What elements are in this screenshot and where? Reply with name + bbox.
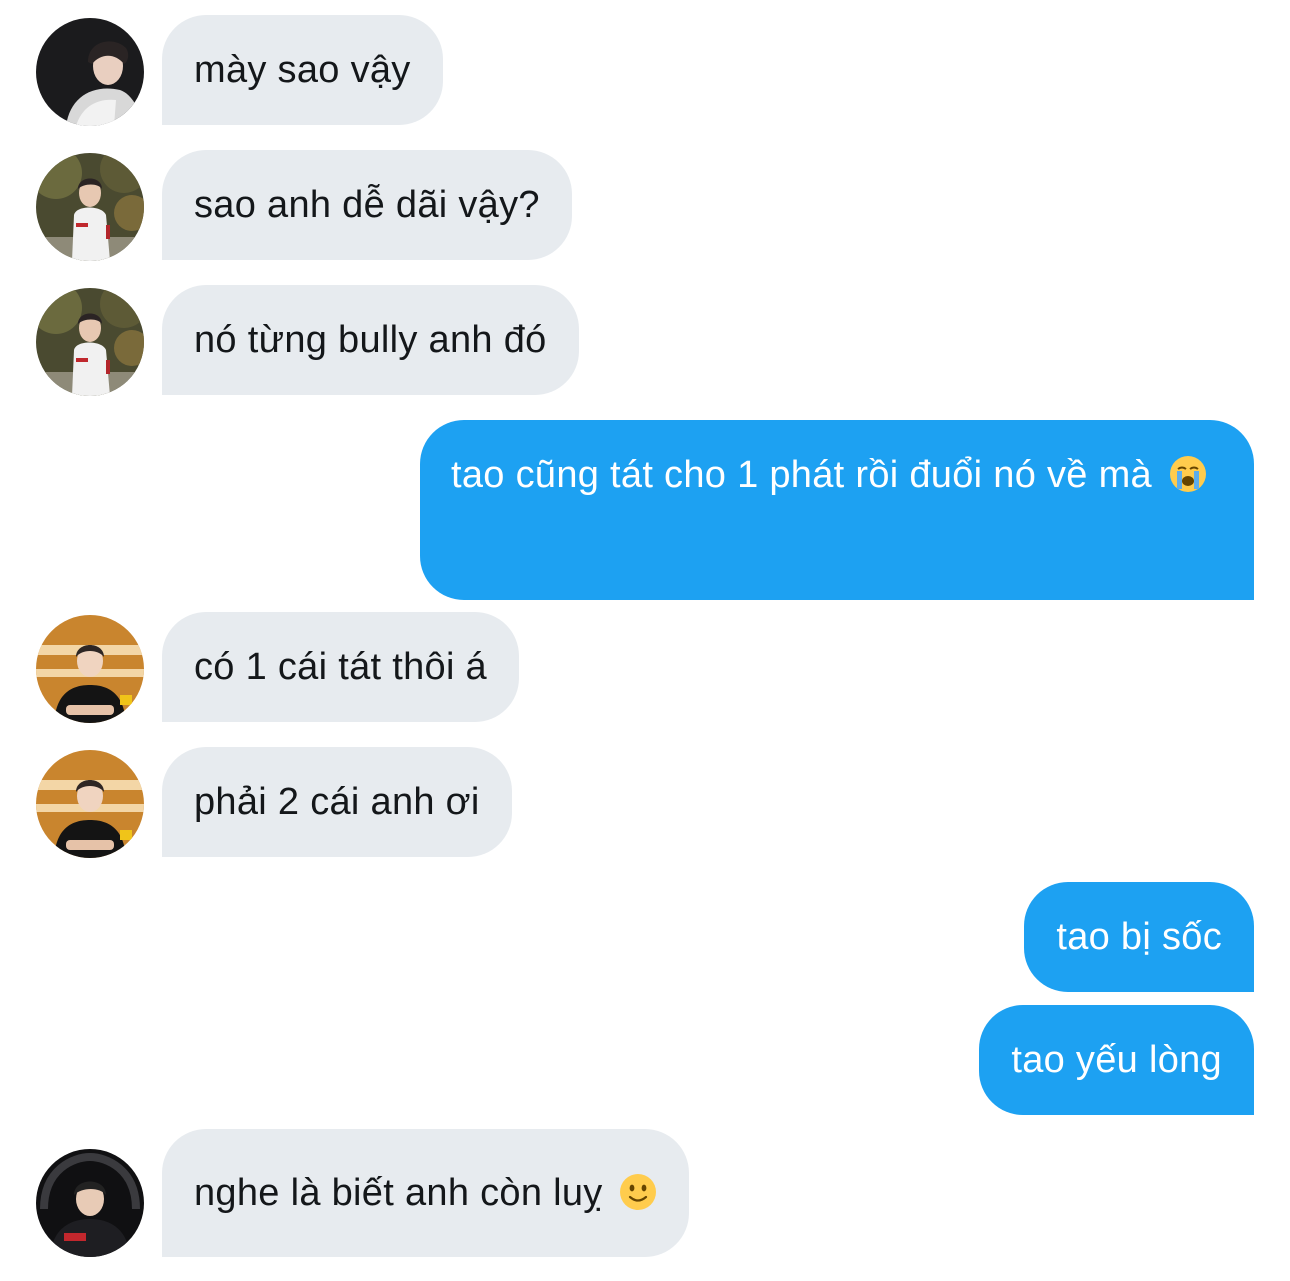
avatar-sender-3[interactable]: [36, 288, 144, 396]
message-bubble-incoming[interactable]: có 1 cái tát thôi á: [162, 612, 519, 722]
slightly-smiling-face-emoji: [620, 1174, 657, 1210]
message-text: sao anh dễ dãi vậy?: [194, 184, 540, 226]
avatar-photo: [36, 288, 144, 396]
message-text: tao yếu lòng: [1011, 1039, 1222, 1081]
avatar-photo: [36, 18, 144, 126]
message-bubble-outgoing[interactable]: tao bị sốc: [1024, 882, 1254, 992]
message-bubble-outgoing[interactable]: tao yếu lòng: [979, 1005, 1254, 1115]
avatar-sender-4[interactable]: [36, 615, 144, 723]
avatar-photo: [36, 615, 144, 723]
message-bubble-incoming[interactable]: phải 2 cái anh ơi: [162, 747, 512, 857]
loudly-crying-face-emoji: [1169, 456, 1206, 492]
message-text: mày sao vậy: [194, 49, 411, 91]
message-bubble-incoming[interactable]: sao anh dễ dãi vậy?: [162, 150, 572, 260]
message-text: nó từng bully anh đó: [194, 319, 547, 361]
message-text: nghe là biết anh còn luỵ: [194, 1172, 603, 1214]
avatar-sender-6[interactable]: [36, 1149, 144, 1257]
avatar-sender-5[interactable]: [36, 750, 144, 858]
message-text: phải 2 cái anh ơi: [194, 781, 480, 823]
message-bubble-incoming[interactable]: nó từng bully anh đó: [162, 285, 579, 395]
message-bubble-incoming[interactable]: nghe là biết anh còn luỵ: [162, 1129, 690, 1257]
message-bubble-incoming[interactable]: mày sao vậy: [162, 15, 443, 125]
message-text: tao bị sốc: [1056, 916, 1222, 958]
avatar-photo: [36, 750, 144, 858]
avatar-sender-1[interactable]: [36, 18, 144, 126]
message-text: có 1 cái tát thôi á: [194, 646, 487, 688]
message-bubble-outgoing[interactable]: tao cũng tát cho 1 phát rồi đuổi nó về m…: [420, 420, 1254, 600]
avatar-photo: [36, 1149, 144, 1257]
avatar-photo: [36, 153, 144, 261]
message-text: tao cũng tát cho 1 phát rồi đuổi nó về m…: [451, 454, 1152, 496]
avatar-sender-2[interactable]: [36, 153, 144, 261]
